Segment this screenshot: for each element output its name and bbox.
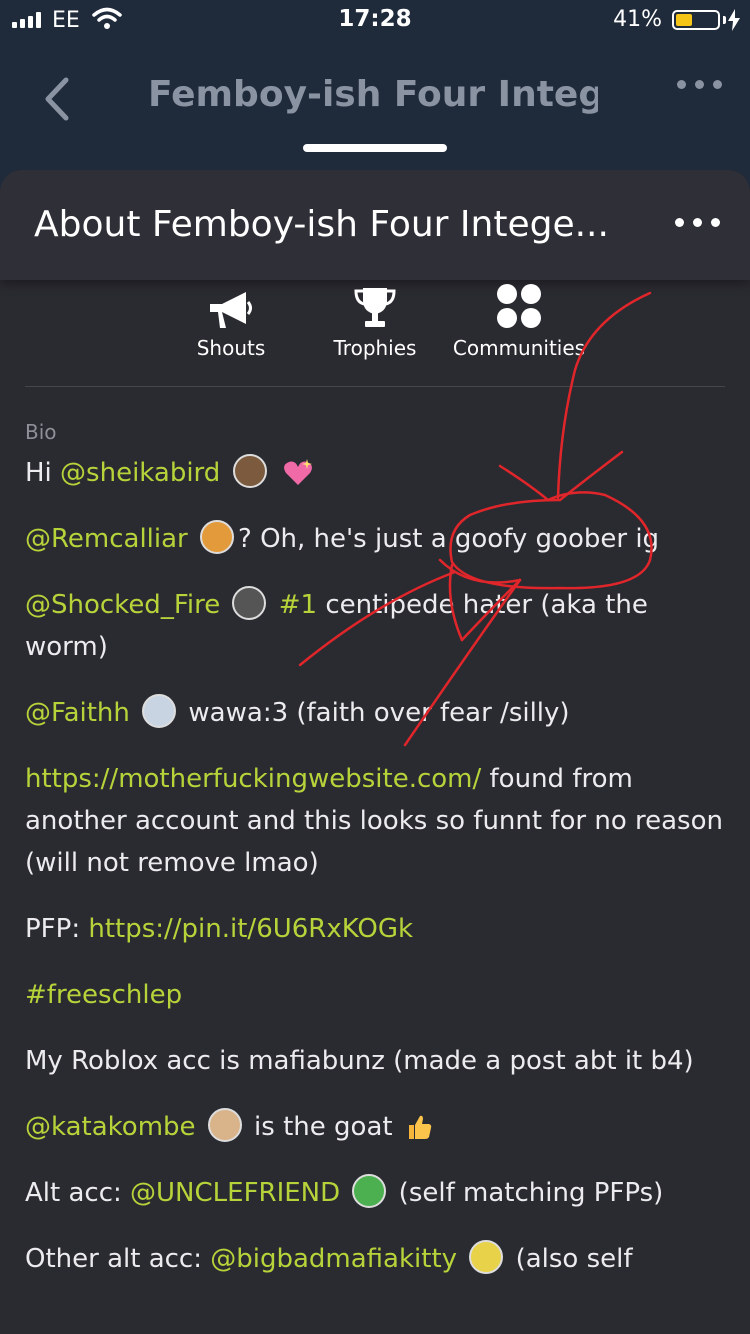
status-bar: EE 17:28 41%	[0, 0, 750, 40]
tab-communities-label: Communities	[452, 336, 586, 360]
sheet-drag-handle[interactable]	[303, 144, 447, 152]
tab-trophies[interactable]: Trophies	[300, 280, 450, 360]
url-link[interactable]: https://pin.it/6U6RxKOGk	[88, 914, 413, 944]
avatar	[352, 1174, 387, 1208]
bio-line: #freeschlep	[25, 974, 725, 1016]
battery-nub	[723, 16, 726, 24]
bio-text: Other alt acc:	[25, 1244, 211, 1274]
mention-link[interactable]: @UNCLEFRIEND	[130, 1178, 340, 1208]
hashtag-link[interactable]: #1	[279, 590, 317, 620]
bio-line: @Faithh wawa:3 (faith over fear /silly)	[25, 692, 725, 734]
bio-text: (self matching PFPs)	[390, 1178, 664, 1208]
divider	[25, 386, 725, 387]
charging-bolt-icon	[728, 9, 740, 31]
bio-text: Hi	[25, 458, 61, 488]
avatar	[207, 1108, 242, 1142]
avatar	[142, 694, 177, 728]
mention-link[interactable]: @Shocked_Fire	[25, 590, 220, 620]
mention-link[interactable]: @bigbadmafiakitty	[210, 1244, 457, 1274]
profile-header: Femboy-ish Four Integer	[0, 40, 750, 170]
bio-text: Alt acc:	[25, 1178, 131, 1208]
tab-trophies-label: Trophies	[333, 336, 417, 360]
bio-text: wawa:3 (faith over fear /silly)	[180, 698, 570, 728]
bio-text: (also self	[507, 1244, 633, 1274]
bio-text: ? Oh, he's just a goofy goober ig	[238, 524, 660, 554]
url-link[interactable]: https://motherfuckingwebsite.com/	[25, 764, 481, 794]
tab-communities[interactable]: Communities	[444, 280, 594, 360]
trophy-icon	[354, 288, 396, 327]
avatar	[232, 586, 267, 620]
header-more-icon[interactable]	[677, 80, 722, 89]
bio-line: @Shocked_Fire #1 centipede hater (aka th…	[25, 584, 725, 668]
mention-link[interactable]: @sheikabird	[60, 458, 220, 488]
sheet-header: About Femboy-ish Four Intege...	[0, 170, 750, 280]
bio-section: Bio Hi @sheikabird @Remcalliar ? Oh, he'…	[25, 420, 725, 1304]
mention-link[interactable]: @Remcalliar	[25, 524, 188, 554]
communities-icon	[497, 284, 541, 328]
sparkling-heart-icon	[283, 459, 312, 485]
tab-shouts-label: Shouts	[196, 336, 266, 360]
mention-link[interactable]: @Faithh	[25, 698, 130, 728]
back-arrow-icon[interactable]	[38, 74, 78, 124]
bio-text: PFP:	[25, 914, 89, 944]
megaphone-icon	[210, 292, 252, 328]
battery-percent: 41%	[613, 7, 662, 32]
profile-tabs: Shouts Trophies Communities	[0, 280, 750, 386]
bio-line: My Roblox acc is mafiabunz (made a post …	[25, 1040, 725, 1082]
bio-label: Bio	[25, 420, 57, 444]
bio-line: Alt acc: @UNCLEFRIEND (self matching PFP…	[25, 1172, 725, 1214]
hashtag-link[interactable]: #freeschlep	[25, 980, 182, 1010]
sheet-more-icon[interactable]	[675, 218, 720, 227]
bio-text: My Roblox acc is mafiabunz (made a post …	[25, 1046, 694, 1076]
bio-line: https://motherfuckingwebsite.com/ found …	[25, 758, 725, 884]
sheet-title: About Femboy-ish Four Intege...	[34, 204, 609, 245]
avatar	[200, 520, 235, 554]
battery-icon	[672, 10, 720, 30]
thumbs-up-icon	[408, 1115, 432, 1139]
bio-line: PFP: https://pin.it/6U6RxKOGk	[25, 908, 725, 950]
avatar	[232, 454, 267, 488]
tab-shouts[interactable]: Shouts	[156, 280, 306, 360]
about-sheet: About Femboy-ish Four Intege... Shouts T…	[0, 170, 750, 1334]
bio-line: @Remcalliar ? Oh, he's just a goofy goob…	[25, 518, 725, 560]
profile-title: Femboy-ish Four Integer	[148, 74, 598, 115]
mention-link[interactable]: @katakombe	[25, 1112, 196, 1142]
bio-line: Hi @sheikabird	[25, 452, 725, 494]
avatar	[469, 1240, 504, 1274]
bio-line: Other alt acc: @bigbadmafiakitty (also s…	[25, 1238, 725, 1280]
bio-line: @katakombe is the goat	[25, 1106, 725, 1148]
bio-text: is the goat	[245, 1112, 401, 1142]
